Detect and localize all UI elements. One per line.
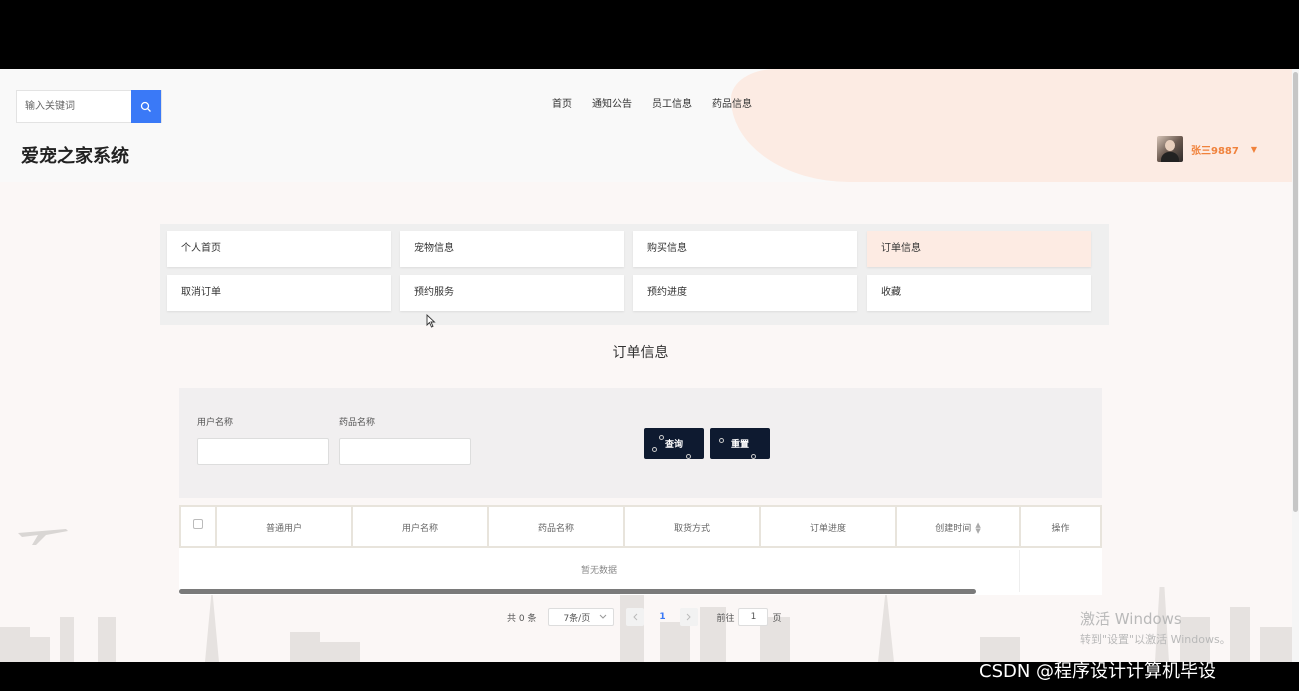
menu-item-purchases[interactable]: 购买信息 (633, 231, 857, 267)
column-header: 操作 (1021, 505, 1102, 548)
avatar[interactable] (1157, 136, 1183, 162)
orders-table: 普通用户 用户名称 药品名称 取货方式 订单进度 创建时间 ▲ ▼ 操作 暂无数据 (179, 505, 1102, 595)
nav-home[interactable]: 首页 (552, 95, 572, 110)
drug-name-input[interactable] (339, 438, 471, 465)
page-vertical-scrollbar[interactable] (1292, 69, 1299, 662)
chevron-left-icon (633, 613, 638, 621)
nav-staff[interactable]: 员工信息 (652, 95, 692, 110)
windows-activation-notice: 激活 Windows 转到"设置"以激活 Windows。 (1080, 610, 1231, 646)
sort-icon[interactable]: ▲ ▼ (975, 521, 980, 534)
page: 爱宠之家系统 首页 通知公告 员工信息 药品信息 张三9887 ▼ 个人首页 宠… (0, 69, 1299, 662)
caret-down-icon[interactable]: ▼ (1251, 145, 1257, 154)
menu-item-cancel-orders[interactable]: 取消订单 (167, 275, 391, 311)
search-button[interactable] (131, 90, 161, 123)
user-name-input[interactable] (197, 438, 329, 465)
table-horizontal-scrollbar[interactable] (179, 589, 976, 594)
column-header-created-time[interactable]: 创建时间 ▲ ▼ (897, 505, 1021, 548)
search-box (16, 90, 162, 123)
empty-state: 暂无数据 (580, 566, 617, 576)
menu-item-orders[interactable]: 订单信息 (867, 231, 1091, 267)
select-all-checkbox[interactable] (193, 518, 203, 529)
user-center-menu: 个人首页 宠物信息 购买信息 订单信息 取消订单 预约服务 预约进度 收藏 (160, 224, 1109, 325)
chevron-right-icon (687, 613, 692, 621)
menu-item-favorites[interactable]: 收藏 (867, 275, 1091, 311)
goto-label: 前往 (716, 613, 735, 624)
query-button[interactable]: 查询 (644, 428, 704, 459)
chevron-down-icon (600, 614, 607, 619)
menu-item-pets[interactable]: 宠物信息 (400, 231, 624, 267)
pagination: 共 0 条 7条/页 1 前往 1 页 (507, 607, 781, 627)
table-header: 普通用户 用户名称 药品名称 取货方式 订单进度 创建时间 ▲ ▼ 操作 (179, 505, 1102, 548)
column-header: 药品名称 (489, 505, 625, 548)
site-title: 爱宠之家系统 (21, 146, 129, 167)
search-icon (140, 101, 151, 112)
nav-drugs[interactable]: 药品信息 (712, 95, 752, 110)
menu-item-profile[interactable]: 个人首页 (167, 231, 391, 267)
user-name-label: 用户名称 (197, 418, 234, 428)
search-input[interactable] (17, 91, 131, 122)
page-number[interactable]: 1 (650, 608, 674, 626)
header-decoration (731, 69, 1299, 182)
column-header: 订单进度 (761, 505, 897, 548)
section-title: 订单信息 (612, 345, 669, 361)
goto-page-input[interactable]: 1 (738, 608, 769, 626)
scrollbar-thumb[interactable] (1293, 72, 1298, 512)
airplane-decoration (18, 529, 68, 545)
column-header: 取货方式 (625, 505, 761, 548)
top-nav: 首页 通知公告 员工信息 药品信息 (552, 95, 772, 110)
select-all-cell (179, 505, 217, 548)
mouse-cursor-icon (426, 314, 436, 328)
column-header: 用户名称 (353, 505, 489, 548)
next-page-button[interactable] (680, 608, 699, 626)
menu-item-appointment-progress[interactable]: 预约进度 (633, 275, 857, 311)
menu-item-appointment[interactable]: 预约服务 (400, 275, 624, 311)
goto-unit: 页 (772, 613, 782, 624)
site-header: 爱宠之家系统 首页 通知公告 员工信息 药品信息 张三9887 ▼ (0, 69, 1299, 182)
prev-page-button[interactable] (626, 608, 645, 626)
top-letterbox (0, 0, 1299, 69)
page-size-select[interactable]: 7条/页 (548, 608, 615, 626)
pager-total: 共 0 条 (507, 613, 537, 624)
nav-notices[interactable]: 通知公告 (592, 95, 632, 110)
drug-name-label: 药品名称 (339, 418, 376, 428)
filter-panel: 用户名称 药品名称 查询 重置 (179, 388, 1102, 498)
column-header: 普通用户 (217, 505, 353, 548)
reset-button[interactable]: 重置 (710, 428, 770, 459)
csdn-watermark: CSDN @程序设计计算机毕设 (979, 661, 1217, 682)
username[interactable]: 张三9887 (1191, 142, 1239, 157)
fixed-action-column (1019, 550, 1102, 592)
user-menu[interactable]: 张三9887 ▼ (1157, 136, 1257, 162)
